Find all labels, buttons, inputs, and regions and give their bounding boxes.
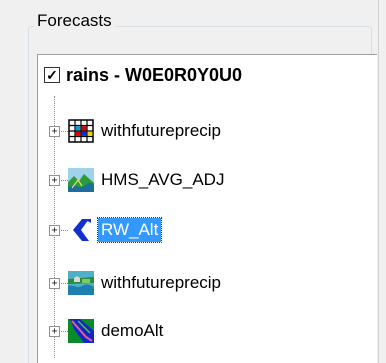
tree-item[interactable]: withfutureprecip (68, 119, 224, 143)
tree-item[interactable]: withfutureprecip (68, 271, 224, 295)
panel-edge (378, 0, 386, 363)
expand-toggle-icon[interactable]: + (49, 278, 60, 289)
grid-icon (68, 119, 94, 143)
river-map-icon (68, 319, 94, 343)
group-title: Forecasts (34, 12, 115, 30)
tree-item[interactable]: RW_Alt (68, 217, 163, 243)
root-label: rains - W0E0R0Y0U0 (66, 64, 243, 85)
forecasts-window: Forecasts ✓ rains - W0E0R0Y0U0 + + + + +… (0, 0, 386, 363)
expand-toggle-icon[interactable]: + (49, 225, 60, 236)
resweight-icon (70, 218, 92, 242)
root-node[interactable]: ✓ rains - W0E0R0Y0U0 (44, 64, 242, 86)
tree-item[interactable]: demoAlt (68, 319, 166, 343)
flood-icon (68, 271, 94, 295)
expand-toggle-icon[interactable]: + (49, 326, 60, 337)
forecast-tree[interactable] (37, 54, 377, 363)
expand-toggle-icon[interactable]: + (49, 175, 60, 186)
root-checkbox[interactable]: ✓ (44, 67, 60, 83)
tree-item-label: withfutureprecip (101, 273, 222, 292)
tree-item-label: HMS_AVG_ADJ (101, 170, 225, 189)
tree-item[interactable]: HMS_AVG_ADJ (68, 168, 227, 192)
tree-item-label: RW_Alt (96, 217, 163, 243)
tree-item-label: demoAlt (101, 321, 164, 340)
hms-icon (68, 168, 94, 192)
expand-toggle-icon[interactable]: + (49, 126, 60, 137)
tree-item-label: withfutureprecip (101, 121, 222, 140)
